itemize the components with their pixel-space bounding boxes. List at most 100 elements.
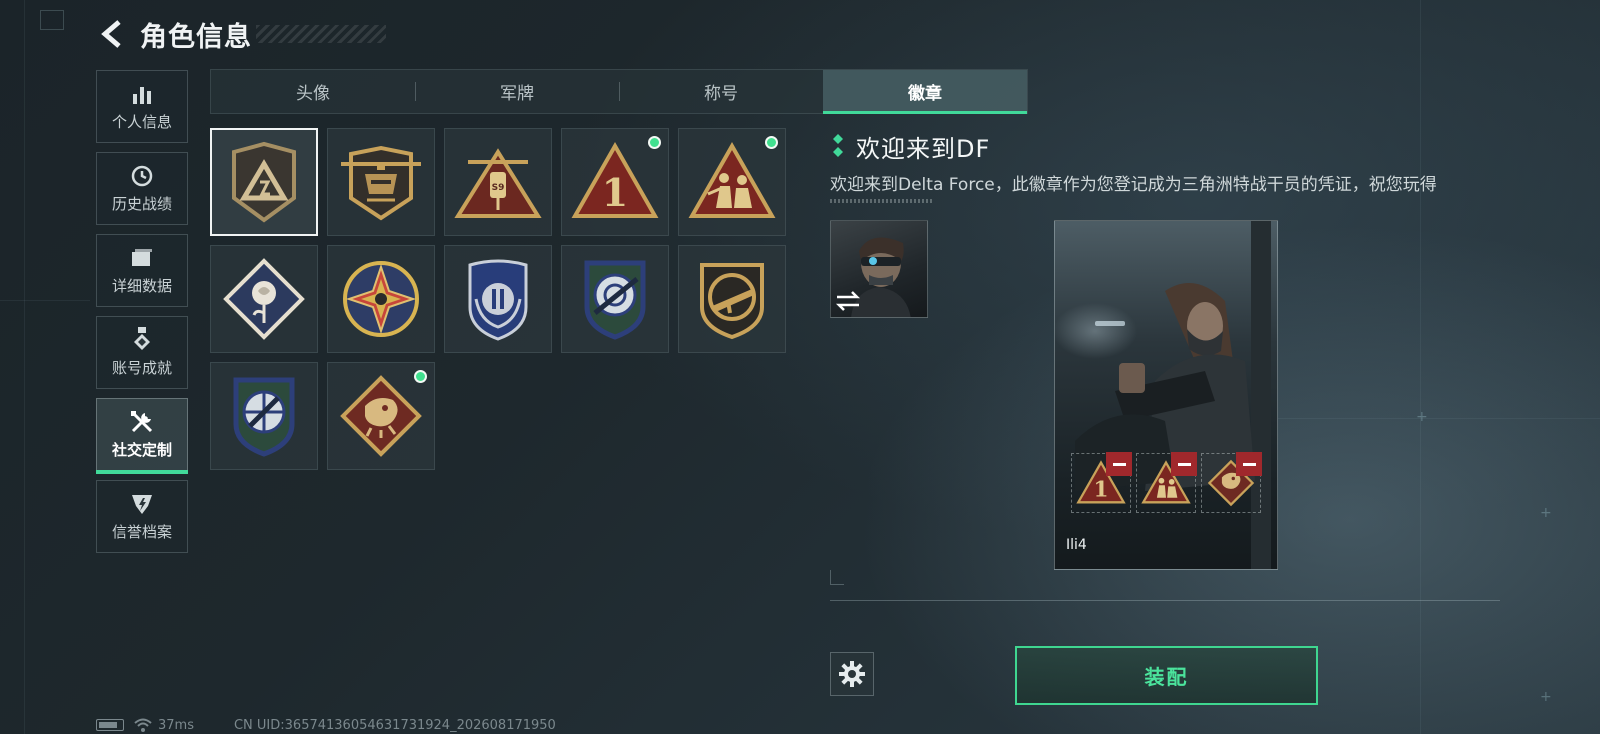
player-name: Ili4 bbox=[1066, 537, 1087, 553]
badge-item[interactable] bbox=[210, 245, 318, 353]
equip-button-label: 装配 bbox=[1144, 665, 1189, 689]
scroll-indicator bbox=[830, 199, 934, 203]
badge-item[interactable] bbox=[210, 362, 318, 470]
wifi-icon bbox=[134, 718, 152, 732]
badge-item[interactable] bbox=[327, 128, 435, 236]
delta-shield-badge-icon bbox=[232, 141, 296, 223]
badge-item[interactable] bbox=[678, 245, 786, 353]
tab-bar: 头像 军牌 称号 徽章 bbox=[210, 69, 1028, 114]
badge-item[interactable] bbox=[327, 245, 435, 353]
minus-icon bbox=[1242, 462, 1256, 466]
crosshair-mark-icon: + bbox=[1540, 505, 1552, 521]
page-title: 角色信息 bbox=[140, 21, 252, 53]
history-clock-icon bbox=[128, 163, 156, 189]
profile-card-preview: 1 Ili4 bbox=[1054, 220, 1278, 570]
new-indicator bbox=[414, 370, 427, 383]
tab-badge[interactable]: 徽章 bbox=[823, 70, 1027, 114]
minus-icon bbox=[1177, 462, 1191, 466]
badge-grid: S9 1 bbox=[210, 128, 800, 470]
divider bbox=[830, 600, 1500, 601]
helicopter-badge-icon bbox=[341, 145, 421, 221]
gear-icon bbox=[839, 661, 865, 687]
credit-shield-icon bbox=[128, 491, 156, 517]
back-arrow-icon bbox=[101, 20, 121, 48]
nav-label: 历史战绩 bbox=[111, 195, 172, 213]
grid-line bbox=[1420, 0, 1421, 734]
medal-icon bbox=[128, 327, 156, 353]
star-compass-badge-icon bbox=[343, 261, 419, 337]
badge-description: 欢迎来到Delta Force，此徽章作为您登记成为三角洲特战干员的凭证，祝您玩… bbox=[830, 175, 1437, 195]
nav-label: 详细数据 bbox=[111, 277, 172, 295]
nav-label: 个人信息 bbox=[111, 113, 172, 131]
nav-item-social-custom[interactable]: 社交定制 bbox=[96, 398, 188, 474]
dragon-diamond-badge-icon bbox=[340, 375, 422, 457]
tab-avatar[interactable]: 头像 bbox=[211, 70, 415, 113]
bar-chart-icon bbox=[128, 81, 156, 107]
rose-diamond-badge-icon bbox=[223, 258, 305, 340]
equip-button[interactable]: 装配 bbox=[1015, 646, 1318, 705]
badge-detail: 欢迎来到DF 欢迎来到Delta Force，此徽章作为您登记成为三角洲特战干员… bbox=[830, 128, 1500, 203]
badge-item[interactable] bbox=[327, 362, 435, 470]
s9-rocket-badge-icon: S9 bbox=[454, 148, 542, 218]
grid-line bbox=[0, 300, 90, 301]
svg-text:1: 1 bbox=[602, 170, 628, 215]
badge-item[interactable]: S9 bbox=[444, 128, 552, 236]
nav-item-credit-record[interactable]: 信誉档案 bbox=[96, 480, 188, 553]
avatar-thumbnail[interactable] bbox=[830, 220, 928, 318]
uid-text: CN UID:36574136054631731924_202608171950 bbox=[233, 717, 556, 733]
ping-value: 37ms bbox=[158, 717, 194, 733]
equipped-slot[interactable] bbox=[1136, 452, 1197, 513]
equipped-badge-slots: 1 bbox=[1071, 452, 1262, 513]
number-one-triangle-badge-icon: 1 bbox=[571, 141, 659, 218]
remove-badge-button[interactable] bbox=[1236, 452, 1262, 476]
grid-line bbox=[24, 0, 25, 734]
badge-item[interactable] bbox=[444, 245, 552, 353]
bracket-corner bbox=[830, 570, 831, 584]
new-indicator bbox=[765, 136, 778, 149]
swap-arrows-icon bbox=[835, 291, 861, 311]
equipped-slot[interactable] bbox=[1201, 452, 1262, 513]
minus-icon bbox=[1112, 462, 1126, 466]
nav-item-achievements[interactable]: 账号成就 bbox=[96, 316, 188, 389]
crosshair-mark-icon: + bbox=[1540, 689, 1552, 705]
knife-crosshair-badge-icon bbox=[233, 377, 295, 457]
header: 角色信息 bbox=[96, 14, 386, 54]
remove-badge-button[interactable] bbox=[1106, 452, 1132, 476]
nav-label: 账号成就 bbox=[111, 359, 172, 377]
badge-item[interactable] bbox=[210, 128, 318, 236]
double-diamond-icon bbox=[833, 134, 843, 157]
tools-icon bbox=[128, 409, 156, 435]
gold-rifle-badge-icon bbox=[700, 263, 764, 340]
rifle-crosshair-badge-icon bbox=[584, 260, 646, 340]
badge-item[interactable]: 1 bbox=[561, 128, 669, 236]
status-bar: 37ms CN UID:36574136054631731924_2026081… bbox=[96, 717, 556, 733]
detail-title-row: 欢迎来到DF bbox=[830, 128, 1500, 164]
blue-laurel-shield-badge-icon bbox=[468, 259, 528, 341]
crosshair-mark-icon: + bbox=[1416, 409, 1428, 425]
svg-text:1: 1 bbox=[1093, 478, 1108, 503]
tab-dog-tag[interactable]: 军牌 bbox=[415, 70, 619, 113]
title-decoration bbox=[256, 25, 386, 43]
operator-card-image bbox=[1075, 221, 1271, 569]
soldiers-triangle-badge-icon bbox=[688, 141, 776, 218]
nav-item-personal-info[interactable]: 个人信息 bbox=[96, 70, 188, 143]
remove-badge-button[interactable] bbox=[1171, 452, 1197, 476]
nav-item-detail-data[interactable]: 详细数据 bbox=[96, 234, 188, 307]
bracket-corner bbox=[830, 584, 844, 585]
svg-text:S9: S9 bbox=[492, 183, 505, 193]
new-indicator bbox=[648, 136, 661, 149]
equipped-slot[interactable]: 1 bbox=[1071, 452, 1132, 513]
nav-item-history[interactable]: 历史战绩 bbox=[96, 152, 188, 225]
back-button[interactable] bbox=[96, 17, 130, 51]
settings-button[interactable] bbox=[830, 652, 874, 696]
battery-icon bbox=[96, 719, 124, 731]
corner-frame bbox=[40, 10, 64, 30]
badge-name: 欢迎来到DF bbox=[856, 134, 991, 163]
badge-item[interactable] bbox=[678, 128, 786, 236]
tab-title[interactable]: 称号 bbox=[619, 70, 823, 113]
nav-label: 社交定制 bbox=[111, 441, 172, 459]
badge-item[interactable] bbox=[561, 245, 669, 353]
folder-icon bbox=[128, 245, 156, 271]
nav-label: 信誉档案 bbox=[111, 523, 172, 541]
side-nav: 个人信息 历史战绩 详细数据 账号成就 社交定制 信誉档案 bbox=[96, 70, 188, 562]
